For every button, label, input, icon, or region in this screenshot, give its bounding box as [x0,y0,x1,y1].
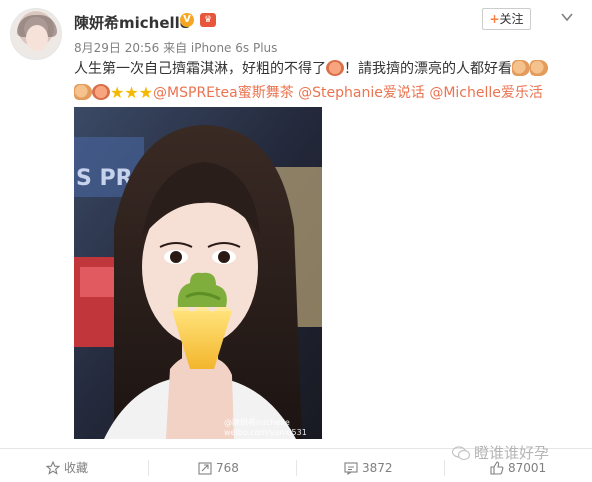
wechat-icon [452,446,470,461]
mention-link[interactable]: @Stephanie爱说话 [298,85,425,101]
shy-emoji-icon [326,60,344,76]
shy-emoji-icon [92,84,110,100]
post-meta: 8月29日 20:56 来自 iPhone 6s Plus [74,41,278,55]
username[interactable]: 陳妍希michelle [74,12,190,33]
star-outline-icon [45,460,61,475]
favorite-button[interactable]: 收藏 [45,458,89,478]
avatar[interactable] [10,8,62,60]
repost-button[interactable]: 768 [198,458,239,478]
star-emoji-icon: ★ [138,83,154,102]
thumbs-up-icon [490,461,504,475]
comment-button[interactable]: 3872 [344,458,393,478]
action-divider [296,460,297,476]
chevron-down-icon[interactable] [560,10,574,24]
photo-watermark-line1: @陳妍希michelle [224,417,290,427]
comment-icon [344,462,358,476]
post-text-part2: ！請我擠的漂亮的人都好看 [344,61,512,77]
avatar-face [26,25,48,51]
mention-link[interactable]: @Michelle爱乐活 [429,85,543,101]
clap-emoji-icon [512,60,530,76]
clap-emoji-icon [530,60,548,76]
clap-emoji-icon [74,84,92,100]
photo-watermark-line2: weibo.com/yanxi531 [224,428,307,437]
follow-button[interactable]: +关注 [482,8,531,30]
action-divider [444,460,445,476]
comment-count: 3872 [362,461,393,475]
star-emoji-icon: ★ [124,83,139,102]
repost-count: 768 [216,461,239,475]
like-count: 87001 [508,461,547,475]
action-divider [148,460,149,476]
follow-label: 关注 [499,12,524,26]
post-text: 人生第一次自己擠霜淇淋，好粗的不得了 ！請我擠的漂亮的人都好看 [74,58,548,80]
repost-icon [198,462,212,475]
favorite-label: 收藏 [64,461,89,475]
post-text-part1: 人生第一次自己擠霜淇淋，好粗的不得了 [74,61,326,77]
post-text-mentions-line: ★★★@MSPREtea蜜斯舞茶 @Stephanie爱说话 @Michelle… [74,82,543,104]
verified-badge-icon: V [180,13,194,27]
selfie-illustration: S PRE @陳妍希michelle weibo.com/yanxi531 [74,107,322,439]
vip-crown-icon: ♛ [200,13,216,27]
weibo-post-card: 陳妍希michelle V ♛ 8月29日 20:56 来自 iPhone 6s… [0,0,592,482]
like-button[interactable]: 87001 [490,458,546,478]
post-photo[interactable]: S PRE @陳妍希michelle weibo.com/yanxi531 [74,107,322,439]
plus-icon: + [489,12,500,26]
star-emoji-icon: ★ [110,83,125,102]
mention-link[interactable]: @MSPREtea蜜斯舞茶 [153,85,294,101]
